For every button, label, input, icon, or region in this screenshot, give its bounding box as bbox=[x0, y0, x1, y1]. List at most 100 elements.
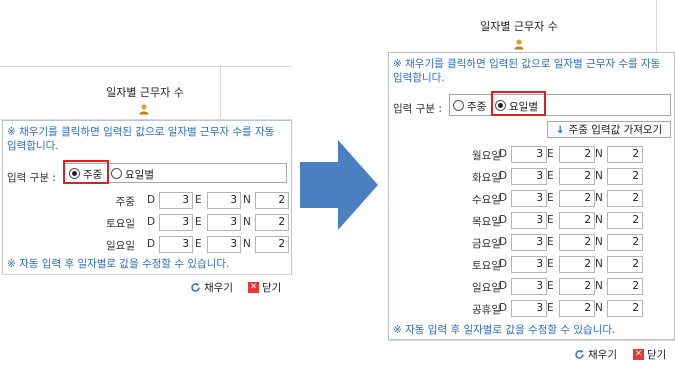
shift-e-input[interactable]: 2 bbox=[559, 146, 595, 163]
shift-e-input[interactable]: 3 bbox=[207, 192, 241, 209]
shift-letter-d: D bbox=[147, 238, 156, 250]
shift-d-input[interactable]: 3 bbox=[511, 190, 547, 207]
close-icon: ✕ bbox=[633, 349, 644, 360]
shift-letter-e: E bbox=[195, 216, 202, 228]
shift-n-input[interactable]: 2 bbox=[255, 192, 289, 209]
shift-letter-n: N bbox=[595, 258, 603, 270]
row-label: 공휴일 bbox=[472, 304, 501, 316]
daily-radio[interactable] bbox=[111, 168, 122, 179]
fill-button[interactable]: 채우기 bbox=[574, 347, 617, 362]
daily-radio-label[interactable]: 요일별 bbox=[125, 167, 154, 182]
shift-letter-n: N bbox=[595, 192, 603, 204]
shift-letter-e: E bbox=[547, 280, 554, 292]
highlight-box bbox=[491, 91, 546, 116]
shift-letter-d: D bbox=[499, 280, 508, 292]
shift-d-input[interactable]: 3 bbox=[511, 212, 547, 229]
close-icon: ✕ bbox=[248, 282, 259, 293]
shift-letter-e: E bbox=[547, 148, 554, 160]
shift-n-input[interactable]: 2 bbox=[607, 212, 643, 229]
row-label: 화요일 bbox=[472, 172, 501, 184]
row-label: 일요일 bbox=[106, 240, 135, 252]
shift-d-input[interactable]: 3 bbox=[511, 168, 547, 185]
shift-n-input[interactable]: 2 bbox=[607, 256, 643, 273]
shift-letter-n: N bbox=[243, 194, 251, 206]
shift-e-input[interactable]: 3 bbox=[207, 214, 241, 231]
fill-button[interactable]: 채우기 bbox=[190, 280, 233, 295]
shift-letter-d: D bbox=[499, 148, 508, 160]
row-label: 목요일 bbox=[472, 216, 501, 228]
shift-e-input[interactable]: 2 bbox=[559, 278, 595, 295]
right-screenshot: 일자별 근무자 수 ※ 채우기를 클릭하면 입력된 값으로 일자별 근무자 수를… bbox=[388, 0, 675, 368]
shift-n-input[interactable]: 2 bbox=[255, 236, 289, 253]
fill-button-label: 채우기 bbox=[204, 282, 233, 294]
shift-d-input[interactable]: 3 bbox=[511, 278, 547, 295]
fill-popup: ※ 채우기를 클릭하면 입력된 값으로 일자별 근무자 수를 자동 입력합니다.… bbox=[2, 120, 292, 298]
edit-hint-text: ※ 자동 입력 후 일자별로 값을 수정할 수 있습니다. bbox=[393, 324, 616, 336]
shift-letter-e: E bbox=[547, 302, 554, 314]
shift-letter-e: E bbox=[195, 194, 202, 206]
shift-d-input[interactable]: 3 bbox=[159, 236, 193, 253]
popup-footer bbox=[388, 340, 675, 368]
shift-e-input[interactable]: 3 bbox=[207, 236, 241, 253]
shift-letter-n: N bbox=[595, 302, 603, 314]
column-title: 일자별 근무자 수 bbox=[480, 20, 558, 33]
shift-e-input[interactable]: 2 bbox=[559, 256, 595, 273]
row-label: 주중 bbox=[115, 196, 135, 208]
fetch-weekday-button[interactable]: ↓ 주중 입력값 가져오기 bbox=[547, 121, 671, 138]
row-label: 수요일 bbox=[472, 194, 501, 206]
shift-letter-e: E bbox=[547, 236, 554, 248]
shift-letter-e: E bbox=[547, 258, 554, 270]
row-label: 월요일 bbox=[472, 150, 501, 162]
weekday-radio-label[interactable]: 주중 bbox=[467, 99, 486, 114]
refresh-icon bbox=[190, 282, 201, 293]
shift-d-input[interactable]: 3 bbox=[511, 256, 547, 273]
fill-popup: ※ 채우기를 클릭하면 입력된 값으로 일자별 근무자 수를 자동 입력합니다.… bbox=[388, 52, 675, 340]
fetch-weekday-label: 주중 입력값 가져오기 bbox=[568, 124, 663, 136]
shift-letter-n: N bbox=[595, 236, 603, 248]
row-label: 토요일 bbox=[472, 260, 501, 272]
input-type-label: 입력 구분 : bbox=[7, 172, 56, 184]
shift-n-input[interactable]: 2 bbox=[607, 146, 643, 163]
shift-letter-d: D bbox=[499, 236, 508, 248]
weekday-radio[interactable] bbox=[453, 100, 464, 111]
shift-letter-d: D bbox=[499, 170, 508, 182]
shift-letter-e: E bbox=[547, 192, 554, 204]
shift-letter-d: D bbox=[147, 216, 156, 228]
grid-line bbox=[220, 66, 221, 118]
shift-e-input[interactable]: 2 bbox=[559, 234, 595, 251]
shift-e-input[interactable]: 2 bbox=[559, 212, 595, 229]
shift-letter-e: E bbox=[195, 238, 202, 250]
shift-letter-d: D bbox=[147, 194, 156, 206]
shift-e-input[interactable]: 2 bbox=[559, 168, 595, 185]
highlight-box bbox=[63, 160, 109, 184]
shift-letter-n: N bbox=[595, 280, 603, 292]
close-button-label: 닫기 bbox=[647, 349, 667, 361]
shift-n-input[interactable]: 2 bbox=[607, 234, 643, 251]
shift-e-input[interactable]: 2 bbox=[559, 190, 595, 207]
shift-letter-n: N bbox=[595, 170, 603, 182]
user-icon[interactable] bbox=[138, 103, 150, 115]
shift-n-input[interactable]: 2 bbox=[607, 190, 643, 207]
shift-d-input[interactable]: 3 bbox=[511, 300, 547, 317]
column-title: 일자별 근무자 수 bbox=[106, 86, 184, 99]
user-icon[interactable] bbox=[513, 38, 525, 50]
instruction-text: ※ 채우기를 클릭하면 입력된 값으로 일자별 근무자 수를 자동 입력합니다. bbox=[7, 126, 275, 152]
shift-letter-e: E bbox=[547, 170, 554, 182]
shift-e-input[interactable]: 2 bbox=[559, 300, 595, 317]
shift-n-input[interactable]: 2 bbox=[255, 214, 289, 231]
shift-d-input[interactable]: 3 bbox=[159, 192, 193, 209]
shift-n-input[interactable]: 2 bbox=[607, 168, 643, 185]
shift-d-input[interactable]: 3 bbox=[511, 234, 547, 251]
shift-letter-d: D bbox=[499, 302, 508, 314]
fill-button-label: 채우기 bbox=[588, 349, 617, 361]
shift-letter-d: D bbox=[499, 214, 508, 226]
shift-d-input[interactable]: 3 bbox=[159, 214, 193, 231]
shift-d-input[interactable]: 3 bbox=[511, 146, 547, 163]
shift-n-input[interactable]: 2 bbox=[607, 300, 643, 317]
row-label: 일요일 bbox=[472, 282, 501, 294]
shift-n-input[interactable]: 2 bbox=[607, 278, 643, 295]
close-button[interactable]: ✕ 닫기 bbox=[633, 347, 666, 362]
close-button[interactable]: ✕ 닫기 bbox=[248, 280, 281, 295]
input-type-label: 입력 구분 : bbox=[393, 103, 442, 115]
shift-letter-e: E bbox=[547, 214, 554, 226]
